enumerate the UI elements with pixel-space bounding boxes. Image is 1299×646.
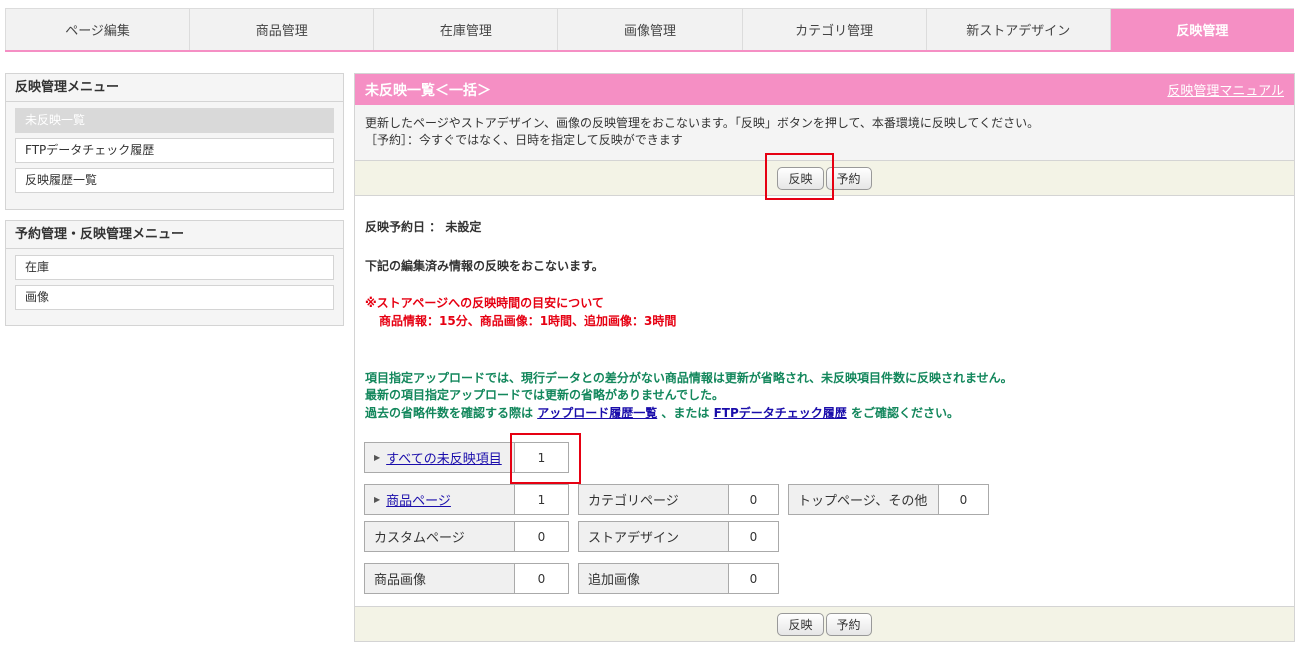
- bottom-button-bar: 反映 予約: [355, 606, 1294, 641]
- tab-category-management[interactable]: カテゴリ管理: [742, 9, 927, 50]
- intro-text: 下記の編集済み情報の反映をおこないます。: [365, 259, 604, 273]
- top-page-label: トップページ、その他: [788, 484, 939, 515]
- green-note-text-b: 、または: [661, 406, 710, 420]
- sidebar-reserve-menu-title: 予約管理・反映管理メニュー: [6, 221, 343, 249]
- description-line-1: 更新したページやストアデザイン、画像の反映管理をおこないます。「反映」ボタンを押…: [365, 116, 1040, 130]
- reserve-date: 反映予約日 ： 未設定: [365, 220, 482, 234]
- green-note-line-3: 過去の省略件数を確認する際は アップロード履歴一覧 、または FTPデータチェッ…: [365, 404, 959, 421]
- product-page-count: 1: [514, 484, 569, 515]
- tab-page-edit[interactable]: ページ編集: [5, 9, 191, 50]
- product-page-link[interactable]: 商品ページ: [386, 490, 451, 509]
- sidebar-item-stock[interactable]: 在庫: [15, 255, 334, 280]
- sidebar-item-unreflected-list[interactable]: 未反映一覧: [15, 108, 334, 133]
- tab-image-management[interactable]: 画像管理: [558, 9, 743, 50]
- all-unreflected-link[interactable]: すべての未反映項目: [386, 448, 502, 467]
- green-note-line-2: 最新の項目指定アップロードでは更新の省略がありませんでした。: [365, 388, 725, 402]
- extra-image-count: 0: [728, 563, 779, 594]
- sidebar-reflect-menu-title: 反映管理メニュー: [6, 74, 343, 102]
- reserve-button-bottom[interactable]: 予約: [825, 612, 872, 636]
- ftp-check-history-link[interactable]: FTPデータチェック履歴: [714, 406, 847, 420]
- tab-reflect-management[interactable]: 反映管理: [1110, 9, 1294, 50]
- reflect-button-bottom[interactable]: 反映: [777, 612, 824, 636]
- product-image-label: 商品画像: [364, 563, 515, 594]
- tab-new-store-design[interactable]: 新ストアデザイン: [926, 9, 1111, 50]
- tab-inventory-management[interactable]: 在庫管理: [374, 9, 559, 50]
- reserve-button-top[interactable]: 予約: [825, 166, 872, 190]
- page-title: 未反映一覧＜一括＞: [365, 82, 491, 99]
- tab-product-management[interactable]: 商品管理: [190, 9, 375, 50]
- sidebar-item-reflect-history[interactable]: 反映履歴一覧: [15, 168, 334, 193]
- description: 更新したページやストアデザイン、画像の反映管理をおこないます。「反映」ボタンを押…: [355, 105, 1294, 161]
- top-tabs: ページ編集 商品管理 在庫管理 画像管理 カテゴリ管理 新ストアデザイン 反映管…: [5, 8, 1294, 52]
- upload-history-link[interactable]: アップロード履歴一覧: [537, 406, 657, 420]
- triangle-right-icon: ▶: [374, 495, 381, 504]
- green-note-text-c: をご確認ください。: [850, 406, 959, 420]
- product-image-count: 0: [514, 563, 569, 594]
- top-button-bar: 反映 予約: [355, 161, 1294, 196]
- category-page-count: 0: [728, 484, 779, 515]
- product-page-label: ▶ 商品ページ: [364, 484, 515, 515]
- top-page-count: 0: [938, 484, 989, 515]
- all-unreflected-label: ▶ すべての未反映項目: [364, 442, 515, 473]
- sidebar-item-ftp-check-history[interactable]: FTPデータチェック履歴: [15, 138, 334, 163]
- description-line-2: ［予約］：今すぐではなく、日時を指定して反映ができます: [365, 133, 683, 147]
- reflect-button-top[interactable]: 反映: [777, 166, 824, 190]
- main-header: 未反映一覧＜一括＞ 反映管理マニュアル: [355, 74, 1294, 105]
- notice-title: ※ストアページへの反映時間の目安について: [365, 296, 604, 310]
- custom-page-label: カスタムページ: [364, 521, 515, 552]
- manual-link[interactable]: 反映管理マニュアル: [1167, 80, 1284, 99]
- sidebar-reserve-menu: 予約管理・反映管理メニュー 在庫 画像: [5, 220, 344, 326]
- triangle-right-icon: ▶: [374, 453, 381, 462]
- store-design-label: ストアデザイン: [578, 521, 729, 552]
- sidebar-reflect-menu: 反映管理メニュー 未反映一覧 FTPデータチェック履歴 反映履歴一覧: [5, 73, 344, 210]
- category-page-label: カテゴリページ: [578, 484, 729, 515]
- all-unreflected-count: 1: [514, 442, 569, 473]
- store-design-count: 0: [728, 521, 779, 552]
- custom-page-count: 0: [514, 521, 569, 552]
- green-note-line-1: 項目指定アップロードでは、現行データとの差分がない商品情報は更新が省略され、未反…: [365, 371, 1013, 385]
- sidebar-item-image[interactable]: 画像: [15, 285, 334, 310]
- green-note-text-a: 過去の省略件数を確認する際は: [365, 406, 534, 420]
- notice-detail: 商品情報：15分、商品画像：1時間、追加画像：3時間: [379, 314, 677, 328]
- main-panel: 未反映一覧＜一括＞ 反映管理マニュアル 更新したページやストアデザイン、画像の反…: [354, 73, 1295, 642]
- extra-image-label: 追加画像: [578, 563, 729, 594]
